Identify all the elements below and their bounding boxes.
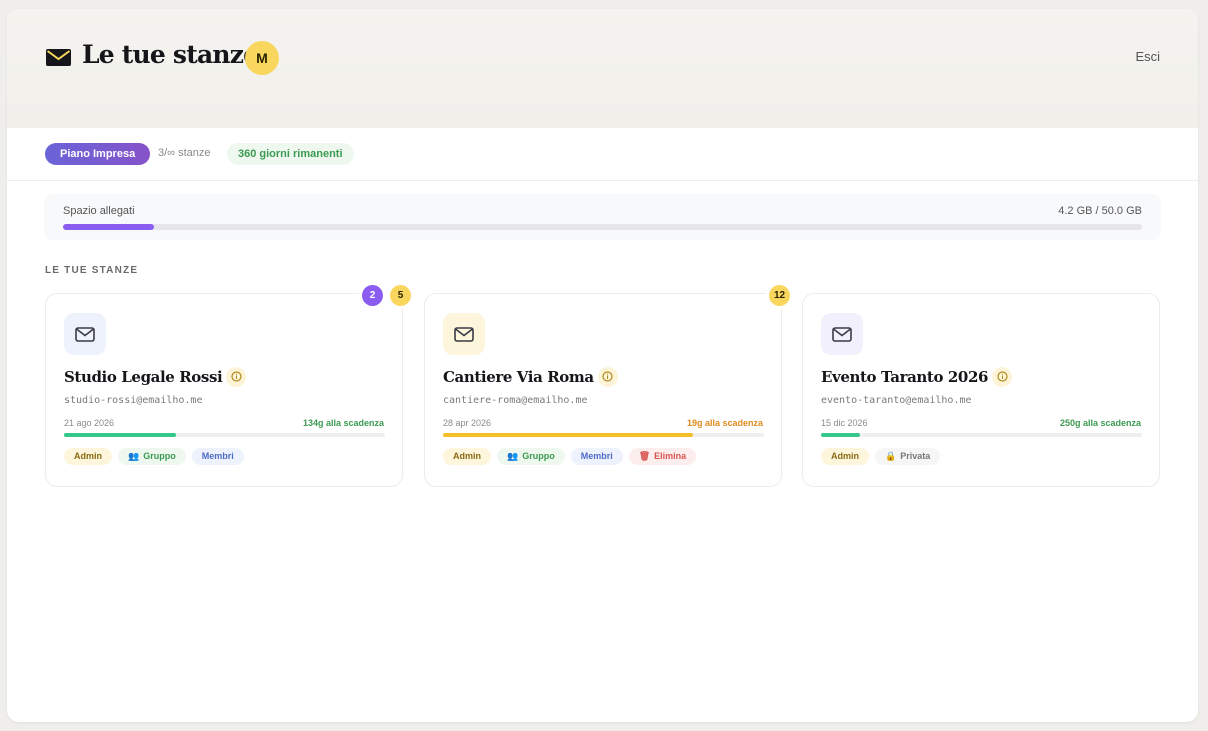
mail-icon [821, 313, 863, 355]
room-progress-fill [443, 433, 694, 437]
room-progress-fill [821, 433, 860, 437]
message-count-badge[interactable]: 5 [390, 285, 411, 306]
room-expiry: 250g alla scadenza [1059, 418, 1141, 428]
room-name: Evento Taranto 2026 [821, 366, 1013, 387]
room-expiry: 134g alla scadenza [302, 418, 384, 428]
storage-usage: Spazio allegati 4.2 GB / 50.0 GB [44, 194, 1161, 240]
plan-badge: Piano Impresa [45, 143, 151, 165]
page-header: Le tue stanze M Esci [7, 9, 1198, 128]
mail-icon [443, 313, 485, 355]
room-badges: Admin 🔒 Privata [821, 448, 941, 465]
group-badge[interactable]: 👥 Gruppo [118, 448, 186, 465]
trash-icon: 🗑 [638, 451, 651, 461]
members-badge[interactable]: Membri [191, 448, 244, 465]
message-count-badge[interactable]: 12 [769, 285, 790, 306]
days-remaining-badge: 360 giorni rimanenti [227, 143, 354, 165]
room-expiry: 19g alla scadenza [686, 418, 763, 428]
storage-label: Spazio allegati [63, 205, 135, 217]
plan-bar: Piano Impresa 3/∞ stanze 360 giorni rima… [7, 128, 1198, 181]
room-name: Studio Legale Rossi [64, 366, 247, 387]
room-progress-track [443, 433, 764, 437]
room-email: evento-taranto@emailho.me [821, 395, 972, 406]
room-card-cantiere-roma[interactable]: Cantiere Via Roma cantiere-roma@emailho.… [424, 293, 782, 487]
room-badges: Admin 👥 Gruppo Membri 🗑 Elimina [443, 448, 697, 465]
room-date: 28 apr 2026 [443, 418, 492, 428]
room-progress-fill [64, 433, 177, 437]
storage-progress-fill [63, 224, 154, 230]
delete-badge[interactable]: 🗑 Elimina [628, 448, 697, 465]
group-icon: 👥 [507, 451, 519, 461]
section-title: LE TUE STANZE [45, 265, 139, 276]
notification-count-badge[interactable]: 2 [362, 285, 383, 306]
envelope-icon [46, 49, 71, 66]
lock-icon: 🔒 [885, 451, 897, 461]
mail-icon [64, 313, 106, 355]
admin-badge[interactable]: Admin [64, 448, 112, 465]
app-window: Le tue stanze M Esci Piano Impresa 3/∞ s… [7, 9, 1198, 722]
admin-badge[interactable]: Admin [821, 448, 869, 465]
room-card-studio-rossi[interactable]: Studio Legale Rossi studio-rossi@emailho… [45, 293, 403, 487]
room-email: cantiere-roma@emailho.me [443, 395, 588, 406]
group-icon: 👥 [128, 451, 140, 461]
room-progress-track [64, 433, 385, 437]
storage-progress-track [63, 224, 1142, 230]
info-icon[interactable] [597, 366, 618, 387]
admin-badge[interactable]: Admin [443, 448, 491, 465]
avatar[interactable]: M [245, 41, 279, 75]
info-icon[interactable] [226, 366, 247, 387]
room-date: 21 ago 2026 [64, 418, 115, 428]
room-date: 15 dic 2026 [821, 418, 868, 428]
storage-value: 4.2 GB / 50.0 GB [1058, 205, 1142, 217]
private-badge[interactable]: 🔒 Privata [875, 448, 941, 465]
members-badge[interactable]: Membri [570, 448, 623, 465]
room-email: studio-rossi@emailho.me [64, 395, 203, 406]
room-progress-track [821, 433, 1142, 437]
rooms-count: 3/∞ stanze [158, 147, 211, 159]
room-badges: Admin 👥 Gruppo Membri [64, 448, 244, 465]
group-badge[interactable]: 👥 Gruppo [497, 448, 565, 465]
logout-link[interactable]: Esci [1135, 49, 1160, 64]
room-name: Cantiere Via Roma [443, 366, 618, 387]
room-card-evento-taranto[interactable]: Evento Taranto 2026 evento-taranto@email… [802, 293, 1160, 487]
page-title: Le tue stanze [82, 40, 259, 69]
info-icon[interactable] [992, 366, 1013, 387]
